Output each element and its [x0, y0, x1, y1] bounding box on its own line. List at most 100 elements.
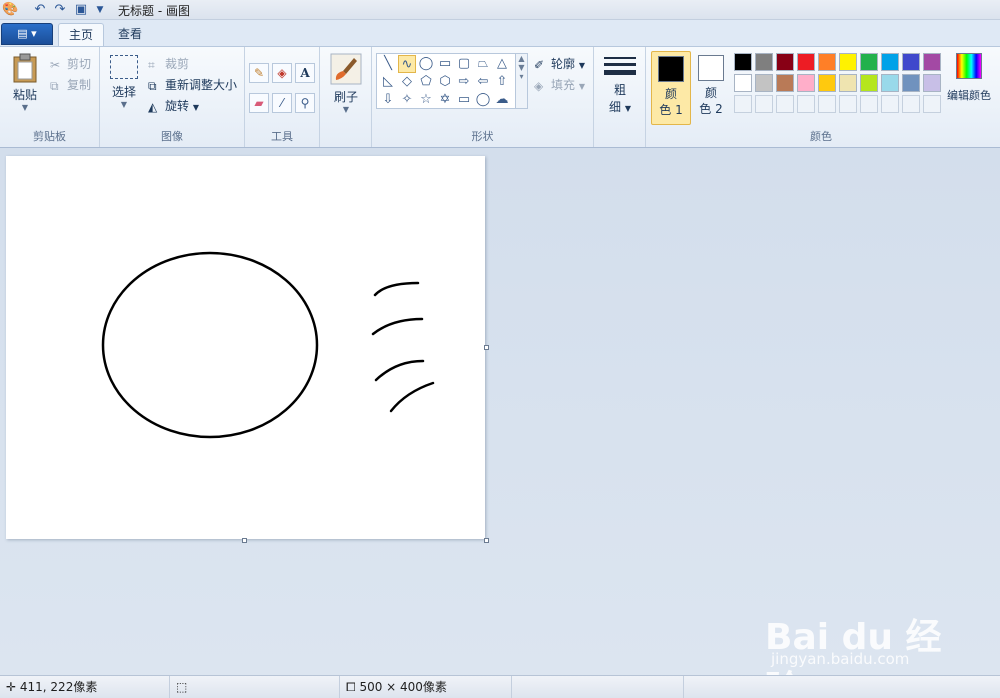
palette-swatch[interactable]: [776, 74, 794, 92]
color-picker-tool[interactable]: ⁄: [272, 93, 292, 113]
tab-home[interactable]: 主页: [58, 23, 105, 46]
tools-group: ✎ ◈ A ▰ ⁄ ⚲ 工具: [245, 47, 320, 147]
resize-button[interactable]: ⧉ 重新调整大小: [148, 76, 237, 93]
quick-access-dropdown-icon[interactable]: ▼: [92, 2, 108, 18]
custom-color-slot[interactable]: [818, 95, 836, 113]
custom-color-slot[interactable]: [755, 95, 773, 113]
palette-swatch[interactable]: [839, 53, 857, 71]
color2-button[interactable]: 颜 色 2: [691, 51, 731, 125]
palette-swatch[interactable]: [797, 53, 815, 71]
custom-color-slot[interactable]: [776, 95, 794, 113]
colors-group-label: 颜色: [810, 130, 832, 143]
custom-color-slot[interactable]: [839, 95, 857, 113]
drawing-canvas[interactable]: [6, 156, 485, 539]
cloud-callout-shape-icon[interactable]: ☁: [493, 91, 511, 109]
palette-swatch[interactable]: [755, 74, 773, 92]
palette-swatch[interactable]: [818, 53, 836, 71]
window-title: 无标题 - 画图: [118, 4, 190, 18]
resize-handle-right[interactable]: [484, 345, 489, 350]
rotate-icon: ◭: [148, 99, 158, 114]
line-shape-icon[interactable]: ╲: [379, 55, 397, 73]
status-empty-2: [684, 676, 1000, 698]
redo-icon[interactable]: ↷: [52, 2, 68, 18]
custom-color-slot[interactable]: [860, 95, 878, 113]
custom-color-slot[interactable]: [881, 95, 899, 113]
scroll-down-icon[interactable]: ▼: [516, 63, 527, 72]
down-arrow-shape-icon[interactable]: ⇩: [379, 91, 397, 109]
size-button[interactable]: 粗 细 ▼: [602, 55, 638, 115]
fill-tool[interactable]: ◈: [272, 63, 292, 83]
six-point-star-shape-icon[interactable]: ✡: [436, 91, 454, 109]
cut-button[interactable]: ✂ 剪切: [50, 55, 91, 72]
magnifier-tool[interactable]: ⚲: [295, 93, 315, 113]
crop-button[interactable]: ⌗ 裁剪: [148, 55, 189, 72]
text-tool[interactable]: A: [295, 63, 315, 83]
palette-swatch[interactable]: [797, 74, 815, 92]
shapes-scroll[interactable]: ▲ ▼ ▾: [516, 53, 528, 109]
status-empty-1: [512, 676, 684, 698]
palette-swatch[interactable]: [755, 53, 773, 71]
palette-swatch[interactable]: [860, 53, 878, 71]
hexagon-shape-icon[interactable]: ⬡: [436, 73, 454, 91]
up-arrow-shape-icon[interactable]: ⇧: [493, 73, 511, 91]
resize-label: 重新调整大小: [165, 78, 238, 92]
outline-button[interactable]: ✐ 轮廓 ▼: [534, 55, 585, 72]
paint-menu-button[interactable]: ▤ ▾: [1, 23, 53, 45]
five-point-star-shape-icon[interactable]: ☆: [417, 91, 435, 109]
four-point-star-shape-icon[interactable]: ✧: [398, 91, 416, 109]
diamond-shape-icon[interactable]: ◇: [398, 73, 416, 91]
palette-swatch[interactable]: [902, 74, 920, 92]
fill-button[interactable]: ◈ 填充 ▼: [534, 76, 585, 93]
edit-colors-button[interactable]: 编辑颜色: [944, 53, 994, 103]
color2-swatch: [698, 55, 724, 81]
rectangle-shape-icon[interactable]: ▭: [436, 55, 454, 73]
polygon-shape-icon[interactable]: ⏢: [474, 55, 492, 73]
custom-color-slot[interactable]: [923, 95, 941, 113]
palette-swatch[interactable]: [776, 53, 794, 71]
palette-swatch[interactable]: [860, 74, 878, 92]
rounded-rectangle-shape-icon[interactable]: ▢: [455, 55, 473, 73]
status-bar: ✛ 411, 222像素 ⬚ ⧠ 500 × 400像素: [0, 675, 1000, 698]
palette-swatch[interactable]: [881, 74, 899, 92]
palette-swatch[interactable]: [923, 53, 941, 71]
save-icon[interactable]: ▣: [73, 2, 89, 18]
palette-swatch[interactable]: [818, 74, 836, 92]
resize-handle-corner[interactable]: [484, 538, 489, 543]
rounded-callout-shape-icon[interactable]: ▭: [455, 91, 473, 109]
right-triangle-shape-icon[interactable]: ◺: [379, 73, 397, 91]
rotate-button[interactable]: ◭ 旋转 ▼: [148, 97, 199, 114]
scroll-more-icon[interactable]: ▾: [516, 72, 527, 81]
custom-color-slot[interactable]: [797, 95, 815, 113]
pencil-tool[interactable]: ✎: [249, 63, 269, 83]
palette-swatch[interactable]: [734, 74, 752, 92]
oval-shape-icon[interactable]: ◯: [417, 55, 435, 73]
clipboard-group-label: 剪贴板: [33, 130, 66, 143]
pentagon-shape-icon[interactable]: ⬠: [417, 73, 435, 91]
eraser-icon: ▰: [254, 96, 264, 110]
undo-icon[interactable]: ↶: [32, 2, 48, 18]
right-arrow-shape-icon[interactable]: ⇨: [455, 73, 473, 91]
brushes-button[interactable]: 刷子 ▼: [328, 53, 364, 114]
scroll-up-icon[interactable]: ▲: [516, 54, 527, 63]
triangle-shape-icon[interactable]: △: [493, 55, 511, 73]
copy-button[interactable]: ⧉ 复制: [50, 76, 91, 93]
select-button[interactable]: 选择 ▼: [106, 55, 142, 109]
palette-swatch[interactable]: [923, 74, 941, 92]
palette-swatch[interactable]: [734, 53, 752, 71]
paste-button[interactable]: 粘贴 ▼: [4, 53, 46, 112]
shapes-group-label: 形状: [471, 130, 494, 143]
oval-callout-shape-icon[interactable]: ◯: [474, 91, 492, 109]
tab-view[interactable]: 查看: [108, 23, 152, 46]
drawn-stroke-4: [389, 381, 435, 413]
selection-size: ⬚: [170, 676, 340, 698]
palette-swatch[interactable]: [902, 53, 920, 71]
custom-color-slot[interactable]: [902, 95, 920, 113]
resize-handle-bottom[interactable]: [242, 538, 247, 543]
color1-button[interactable]: 颜 色 1: [651, 51, 691, 125]
eraser-tool[interactable]: ▰: [249, 93, 269, 113]
left-arrow-shape-icon[interactable]: ⇦: [474, 73, 492, 91]
palette-swatch[interactable]: [839, 74, 857, 92]
custom-color-slot[interactable]: [734, 95, 752, 113]
palette-swatch[interactable]: [881, 53, 899, 71]
curve-shape-icon[interactable]: ∿: [398, 55, 416, 73]
